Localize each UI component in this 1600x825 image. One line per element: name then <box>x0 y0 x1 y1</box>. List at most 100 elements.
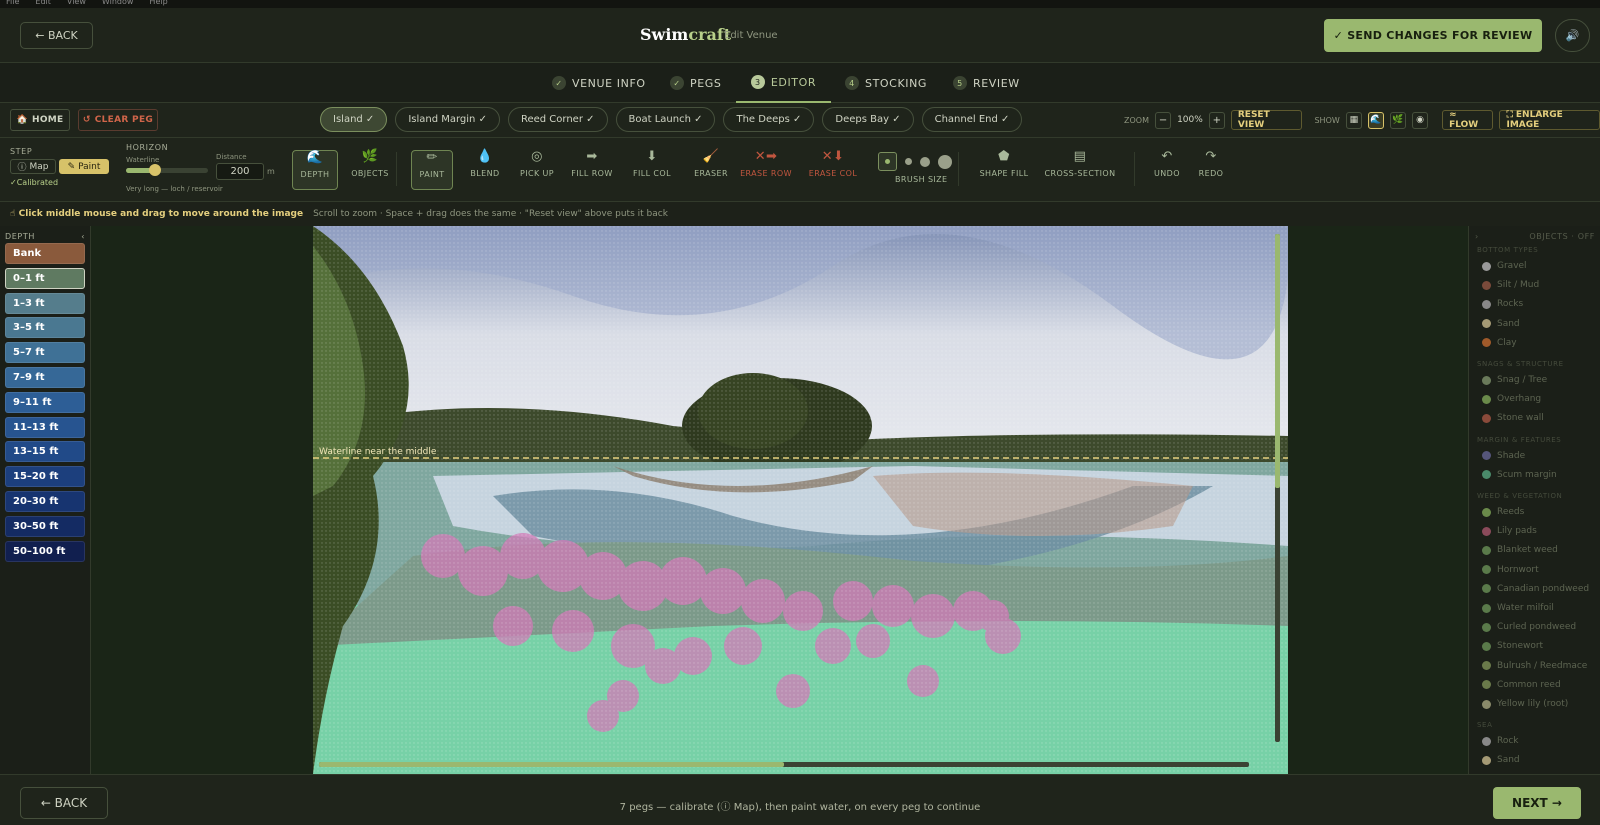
tool-objects-button[interactable]: 🌿 OBJECTS <box>344 150 396 190</box>
object-item[interactable]: Stone wall <box>1482 413 1544 423</box>
peg-chip[interactable]: Channel End ✓ <box>921 107 1023 132</box>
depth-chip-1[interactable]: 0–1 ft <box>5 267 85 289</box>
object-item[interactable]: Scum margin <box>1482 470 1557 480</box>
expand-icon[interactable]: › <box>1475 232 1479 241</box>
tool-redo-button[interactable]: ↷ REDO <box>1188 150 1234 190</box>
waterline-slider-knob[interactable] <box>148 164 161 176</box>
waterline-slider[interactable] <box>126 164 208 176</box>
enlarge-image-button[interactable]: ⛶ ENLARGE IMAGE <box>1499 110 1600 130</box>
brush-size-2[interactable] <box>905 158 912 165</box>
os-menu-edit[interactable]: Edit <box>35 0 51 6</box>
vertical-scrollbar-thumb[interactable] <box>1275 234 1280 488</box>
horizontal-scrollbar-thumb[interactable] <box>319 762 784 767</box>
depth-chip-5[interactable]: 7–9 ft <box>5 367 85 388</box>
canvas-area[interactable]: Waterline near the middle <box>91 226 1468 774</box>
depth-chip-2[interactable]: 1–3 ft <box>5 292 85 314</box>
send-changes-button[interactable]: ✓ SEND CHANGES FOR REVIEW <box>1324 19 1542 52</box>
object-item[interactable]: Reeds <box>1482 507 1524 517</box>
object-item[interactable]: Rocks <box>1482 299 1523 309</box>
object-item[interactable]: Stonewort <box>1482 641 1543 651</box>
object-item-label: Bulrush / Reedmace <box>1497 660 1588 671</box>
tool-blend-button[interactable]: 💧 BLEND <box>462 150 508 190</box>
collapse-icon[interactable]: ‹ <box>81 232 85 241</box>
peg-chip[interactable]: Deeps Bay ✓ <box>822 107 914 132</box>
peg-chip[interactable]: Boat Launch ✓ <box>615 107 716 132</box>
tool-shape-fill-button[interactable]: ⬟ SHAPE FILL <box>978 150 1030 190</box>
object-item[interactable]: Curled pondweed <box>1482 622 1576 632</box>
clear-peg-button[interactable]: ↺ CLEAR PEG <box>78 109 158 131</box>
depth-chip-4[interactable]: 5–7 ft <box>5 342 85 364</box>
reset-view-button[interactable]: RESET VIEW <box>1230 110 1303 130</box>
tool-eraser-button[interactable]: 🧹 ERASER <box>688 150 734 190</box>
object-item[interactable]: Rock <box>1482 736 1519 746</box>
tab-venue-info[interactable]: ✓ VENUE INFO <box>552 63 646 103</box>
object-item[interactable]: Sand <box>1482 319 1520 329</box>
tool-erase-row-button[interactable]: ✕➡ ERASE ROW <box>738 150 794 190</box>
object-item[interactable]: Shade <box>1482 451 1525 461</box>
tool-paint-button[interactable]: ✏ PAINT <box>411 150 453 190</box>
object-item[interactable]: Common reed <box>1482 680 1561 690</box>
tab-stocking[interactable]: 4 STOCKING <box>845 63 927 103</box>
venue-photo[interactable]: Waterline near the middle <box>313 226 1288 774</box>
zoom-out-button[interactable]: − <box>1154 111 1172 129</box>
tool-depth-button[interactable]: 🌊 DEPTH <box>292 150 338 190</box>
tab-editor[interactable]: 3 EDITOR <box>736 63 831 103</box>
depth-chip-0[interactable]: Bank <box>5 243 85 264</box>
tool-undo-button[interactable]: ↶ UNDO <box>1144 150 1190 190</box>
brush-size-1[interactable] <box>878 152 897 171</box>
depth-chip-12[interactable]: 50–100 ft <box>5 540 85 562</box>
depth-chip-8[interactable]: 13–15 ft <box>5 441 85 463</box>
os-menu-file[interactable]: File <box>6 0 19 6</box>
object-item[interactable]: Hornwort <box>1482 565 1539 575</box>
brush-size-4[interactable] <box>938 154 952 169</box>
peg-chip[interactable]: Island Margin ✓ <box>395 107 500 132</box>
zoom-in-button[interactable]: + <box>1208 111 1225 129</box>
object-item[interactable]: Blanket weed <box>1482 545 1558 555</box>
tab-review[interactable]: 5 REVIEW <box>953 63 1020 103</box>
venue-image-canvas[interactable]: Waterline near the middle <box>313 226 1288 774</box>
object-item[interactable]: Clay <box>1482 338 1517 348</box>
next-button[interactable]: NEXT → <box>1493 787 1581 819</box>
tab-pegs[interactable]: ✓ PEGS <box>670 63 722 103</box>
os-menu-view[interactable]: View <box>67 0 86 6</box>
tool-pick-up-button[interactable]: ◎ PICK UP <box>512 150 562 190</box>
depth-chip-10[interactable]: 20–30 ft <box>5 491 85 512</box>
object-item[interactable]: Canadian pondweed <box>1482 584 1589 594</box>
show-grid-toggle[interactable]: ▦ <box>1345 111 1362 129</box>
show-objects-toggle[interactable]: 🌿 <box>1389 111 1407 129</box>
object-item[interactable]: Snag / Tree <box>1482 375 1547 385</box>
sound-toggle-button[interactable]: 🔊 <box>1555 19 1590 52</box>
flow-button[interactable]: ≈ FLOW <box>1442 110 1494 130</box>
object-item[interactable]: Overhang <box>1482 394 1541 404</box>
peg-chip[interactable]: The Deeps ✓ <box>723 107 815 132</box>
show-depth-toggle[interactable]: 🌊 <box>1367 111 1384 129</box>
tool-erase-col-button[interactable]: ✕⬇ ERASE COL <box>804 150 862 190</box>
show-pegs-toggle[interactable]: ◉ <box>1412 111 1429 129</box>
object-item[interactable]: Water milfoil <box>1482 603 1554 613</box>
depth-chip-6[interactable]: 9–11 ft <box>5 391 85 413</box>
home-button[interactable]: 🏠 HOME <box>10 109 70 131</box>
object-item[interactable]: Sand <box>1482 755 1520 765</box>
map-mode-button[interactable]: ⓘ Map <box>10 159 56 174</box>
paint-mode-button[interactable]: ✎ Paint <box>59 159 109 174</box>
object-item[interactable]: Bulrush / Reedmace <box>1482 661 1587 671</box>
brush-size-3[interactable] <box>920 156 930 167</box>
os-menu-help[interactable]: Help <box>149 0 167 6</box>
tool-fill-col-button[interactable]: ⬇ FILL COL <box>626 150 678 190</box>
object-item[interactable]: Gravel <box>1482 261 1527 271</box>
back-button[interactable]: ← BACK <box>20 22 93 49</box>
tool-cross-section-button[interactable]: ▤ CROSS-SECTION <box>1044 150 1116 190</box>
object-swatch-icon <box>1482 661 1491 671</box>
depth-chip-11[interactable]: 30–50 ft <box>5 515 85 537</box>
object-item[interactable]: Yellow lily (root) <box>1482 699 1568 709</box>
distance-input[interactable] <box>216 163 264 180</box>
os-menu-window[interactable]: Window <box>102 0 134 6</box>
object-item[interactable]: Lily pads <box>1482 526 1537 536</box>
peg-chip[interactable]: Reed Corner ✓ <box>507 107 608 132</box>
depth-chip-9[interactable]: 15–20 ft <box>5 466 85 488</box>
depth-chip-7[interactable]: 11–13 ft <box>5 416 85 438</box>
object-item[interactable]: Silt / Mud <box>1482 280 1539 290</box>
peg-chip[interactable]: Island ✓ <box>320 107 388 132</box>
depth-chip-3[interactable]: 3–5 ft <box>5 317 85 339</box>
tool-fill-row-button[interactable]: ➡ FILL ROW <box>566 150 618 190</box>
